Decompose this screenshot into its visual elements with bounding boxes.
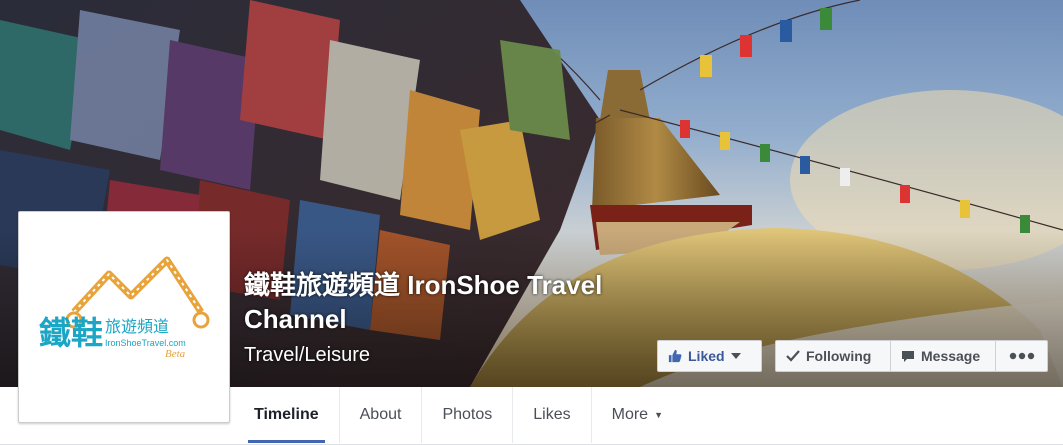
tab-photos[interactable]: Photos	[422, 387, 514, 443]
ellipsis-icon	[1009, 352, 1034, 360]
tab-more[interactable]: More ▼	[592, 387, 683, 443]
tab-label: Photos	[442, 406, 493, 423]
profile-picture[interactable]: 鐵鞋 旅遊頻道 IronShoeTravel.com Beta	[18, 211, 230, 423]
logo-domain-text: IronShoeTravel.com	[105, 338, 186, 348]
tab-label: Timeline	[254, 406, 319, 423]
liked-button[interactable]: Liked	[657, 340, 762, 372]
more-options-button[interactable]	[996, 341, 1047, 371]
chevron-down-icon	[730, 353, 741, 359]
page-title[interactable]: 鐵鞋旅遊頻道 IronShoe Travel Channel	[244, 268, 644, 336]
tab-about[interactable]: About	[340, 387, 423, 443]
message-button[interactable]: Message	[891, 341, 996, 371]
page-tabs: Timeline About Photos Likes More ▼	[234, 387, 683, 443]
logo-beta-badge: Beta	[165, 348, 186, 360]
tab-timeline[interactable]: Timeline	[234, 387, 340, 443]
tab-label: About	[359, 406, 402, 423]
page-category[interactable]: Travel/Leisure	[244, 344, 370, 367]
thumbs-up-icon	[668, 349, 682, 363]
logo-cjk-small-text: 旅遊頻道	[105, 317, 169, 336]
caret-down-icon: ▼	[654, 410, 663, 420]
liked-label: Liked	[688, 348, 725, 364]
tab-likes[interactable]: Likes	[513, 387, 592, 443]
tab-label: Likes	[533, 406, 571, 423]
tab-label: More	[611, 406, 649, 423]
checkmark-icon	[786, 350, 800, 362]
message-label: Message	[921, 348, 981, 364]
following-button[interactable]: Following	[776, 341, 891, 371]
ironshoe-logo: 鐵鞋 旅遊頻道 IronShoeTravel.com Beta	[39, 256, 210, 360]
message-bubble-icon	[902, 350, 914, 362]
logo-cjk-text: 鐵鞋	[39, 314, 103, 352]
following-label: Following	[806, 348, 872, 364]
action-button-group: Following Message	[775, 340, 1048, 372]
